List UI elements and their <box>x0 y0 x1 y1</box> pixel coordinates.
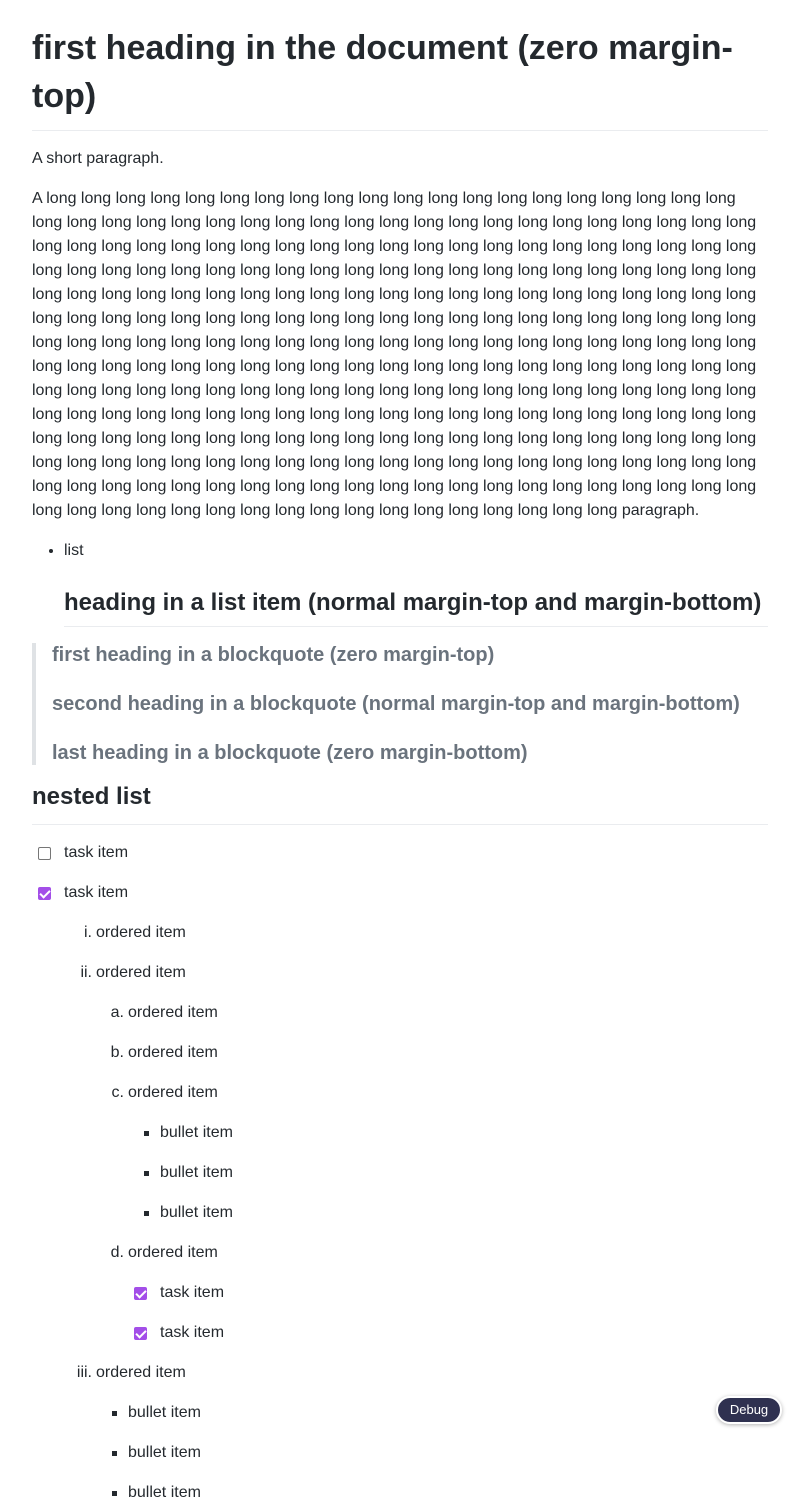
task-item-label: task item <box>160 1284 225 1301</box>
ordered-item-label: ordered item <box>96 924 186 941</box>
ordered-item: i. ordered item <box>32 921 768 945</box>
task-item: task item <box>32 1281 768 1305</box>
bullet-item-label: bullet item <box>128 1484 201 1501</box>
ordered-marker: c. <box>111 1084 124 1101</box>
ordered-item: c. ordered item <box>32 1081 768 1105</box>
task-checkbox[interactable] <box>38 887 51 900</box>
debug-button[interactable]: Debug <box>716 1396 782 1424</box>
ordered-item-label: ordered item <box>128 1044 218 1061</box>
bullet-item-label: bullet item <box>160 1164 233 1181</box>
ordered-item: a. ordered item <box>32 1001 768 1025</box>
list-item-label: list <box>64 542 84 559</box>
document: first heading in the document (zero marg… <box>32 24 768 1505</box>
task-item-label: task item <box>64 884 129 901</box>
ordered-item-label: ordered item <box>96 964 186 981</box>
blockquote-heading-first: first heading in a blockquote (zero marg… <box>52 644 495 666</box>
blockquote: first heading in a blockquote (zero marg… <box>32 643 768 765</box>
task-item: task item <box>32 1321 768 1345</box>
ordered-marker: ii. <box>80 964 92 981</box>
square-bullet-icon <box>112 1491 117 1496</box>
square-bullet-icon <box>112 1411 117 1416</box>
ordered-marker: b. <box>110 1044 124 1061</box>
square-bullet-icon <box>144 1131 149 1136</box>
task-item: task item <box>32 881 768 905</box>
task-item: task item <box>32 841 768 865</box>
ordered-item: d. ordered item <box>32 1241 768 1265</box>
ordered-item-label: ordered item <box>128 1084 218 1101</box>
task-checkbox[interactable] <box>134 1327 147 1340</box>
list-item: list heading in a list item (normal marg… <box>64 539 768 627</box>
square-bullet-icon <box>144 1211 149 1216</box>
bullet-item-label: bullet item <box>160 1204 233 1221</box>
square-bullet-icon <box>112 1451 117 1456</box>
ordered-marker: d. <box>110 1244 124 1261</box>
bullet-item: bullet item <box>32 1401 768 1425</box>
short-paragraph: A short paragraph. <box>32 150 164 167</box>
blockquote-heading-second: second heading in a blockquote (normal m… <box>52 693 740 715</box>
ordered-item-label: ordered item <box>128 1004 218 1021</box>
ordered-item: ii. ordered item <box>32 961 768 985</box>
blockquote-heading-last: last heading in a blockquote (zero margi… <box>52 742 528 764</box>
page-title: first heading in the document (zero marg… <box>32 24 768 131</box>
bullet-item: bullet item <box>32 1121 768 1145</box>
long-paragraph: A long long long long long long long lon… <box>32 190 757 519</box>
nested-list: task item task item i. ordered item ii. … <box>32 841 768 1505</box>
bullet-item: bullet item <box>32 1161 768 1185</box>
list-item-heading: heading in a list item (normal margin-to… <box>64 587 768 627</box>
bullet-item-label: bullet item <box>128 1404 201 1421</box>
ordered-item-label: ordered item <box>128 1244 218 1261</box>
ordered-marker: a. <box>110 1004 124 1021</box>
bullet-item-label: bullet item <box>128 1444 201 1461</box>
task-item-label: task item <box>160 1324 225 1341</box>
ordered-marker: i. <box>84 924 92 941</box>
ordered-item: b. ordered item <box>32 1041 768 1065</box>
nested-list-heading: nested list <box>32 781 768 825</box>
task-checkbox[interactable] <box>134 1287 147 1300</box>
task-checkbox[interactable] <box>38 847 51 860</box>
bullet-item: bullet item <box>32 1201 768 1225</box>
ordered-marker: iii. <box>76 1364 92 1381</box>
bullet-item-label: bullet item <box>160 1124 233 1141</box>
bullet-item: bullet item <box>32 1441 768 1465</box>
ordered-item: iii. ordered item <box>32 1361 768 1385</box>
square-bullet-icon <box>144 1171 149 1176</box>
top-list: list heading in a list item (normal marg… <box>32 539 768 627</box>
bullet-item: bullet item <box>32 1481 768 1505</box>
ordered-item-label: ordered item <box>96 1364 186 1381</box>
task-item-label: task item <box>64 844 129 861</box>
